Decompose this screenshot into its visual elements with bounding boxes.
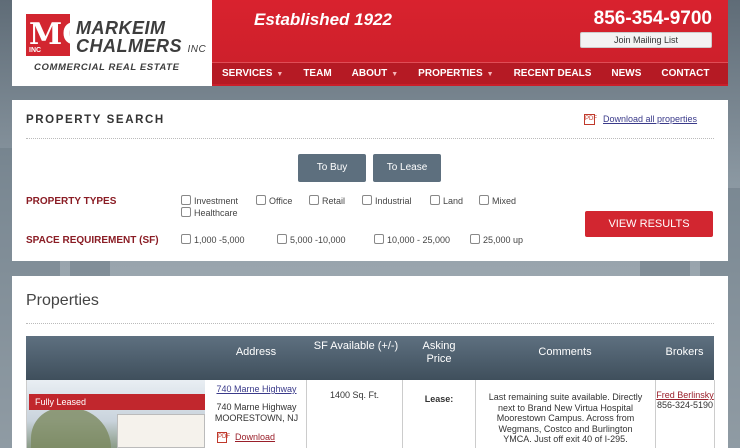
phone-number[interactable]: 856-354-9700 (594, 8, 712, 30)
checkbox-icon (256, 195, 266, 205)
dropdown-caret-icon: ▼ (486, 71, 494, 78)
logo-name-line2: CHALMERS INC (76, 36, 207, 56)
checkbox-icon (181, 234, 191, 244)
address-text: 740 Marne Highway MOORESTOWN, NJ (214, 402, 299, 423)
logo-tagline: COMMERCIAL REAL ESTATE (34, 62, 180, 73)
checkbox-icon (362, 195, 372, 205)
tab-to-lease[interactable]: To Lease (373, 154, 441, 182)
broker-phone: 856-324-5190 (656, 400, 714, 410)
sf-available-cell: 1400 Sq. Ft. (307, 380, 403, 448)
table-header: Address SF Available (+/-) Asking Price … (26, 336, 714, 380)
divider (26, 138, 714, 139)
checkbox-icon (181, 207, 191, 217)
checkbox-icon (374, 234, 384, 244)
checkbox-space-1000-5000[interactable]: 1,000 -5,000 (181, 234, 245, 245)
logo[interactable]: MC INC MARKEIM CHALMERS INC COMMERCIAL R… (12, 0, 212, 86)
table-row: Fully Leased 740 Marne Highway 740 Marne… (26, 380, 715, 448)
checkbox-icon (309, 195, 319, 205)
space-requirement-label: SPACE REQUIREMENT (SF) (26, 235, 159, 246)
checkbox-icon (181, 195, 191, 205)
checkbox-icon (277, 234, 287, 244)
nav-team[interactable]: TEAM (293, 63, 341, 84)
checkbox-space-10000-25000[interactable]: 10,000 - 25,000 (374, 234, 450, 245)
nav-properties[interactable]: PROPERTIES ▼ (408, 63, 503, 84)
tab-to-buy[interactable]: To Buy (298, 154, 366, 182)
properties-panel: Properties Address SF Available (+/-) As… (12, 276, 728, 448)
column-asking-price: Asking Price (422, 340, 456, 365)
pdf-icon: PDF (584, 114, 597, 126)
view-results-button[interactable]: VIEW RESULTS (585, 211, 713, 237)
checkbox-space-5000-10000[interactable]: 5,000 -10,000 (277, 234, 346, 245)
checkbox-investment[interactable]: Investment (181, 195, 238, 206)
checkbox-space-25000-up[interactable]: 25,000 up (470, 234, 523, 245)
broker-link[interactable]: Fred Berlinsky (656, 390, 714, 400)
column-comments: Comments (538, 346, 592, 358)
download-link[interactable]: PDF Download (217, 432, 275, 443)
pdf-icon: PDF (217, 432, 230, 443)
established-text: Established 1922 (254, 10, 392, 29)
checkbox-icon (470, 234, 480, 244)
properties-title: Properties (26, 292, 99, 309)
site-header: MC INC MARKEIM CHALMERS INC COMMERCIAL R… (0, 0, 740, 86)
checkbox-industrial[interactable]: Industrial (362, 195, 412, 206)
column-brokers: Brokers (665, 346, 704, 358)
address-cell: 740 Marne Highway 740 Marne Highway MOORE… (207, 380, 307, 448)
dropdown-caret-icon: ▼ (276, 71, 284, 78)
checkbox-retail[interactable]: Retail (309, 195, 345, 206)
address-link[interactable]: 740 Marne Highway (207, 384, 306, 394)
download-all-properties-link[interactable]: PDF Download all properties (584, 114, 697, 126)
checkbox-healthcare[interactable]: Healthcare (181, 207, 238, 218)
comments-cell: Last remaining suite available. Directly… (476, 380, 656, 448)
property-photo[interactable]: Fully Leased (27, 380, 205, 448)
asking-price-cell: Lease: (403, 380, 476, 448)
nav-news[interactable]: NEWS (601, 63, 651, 84)
column-address: Address (235, 346, 277, 358)
brokers-cell: Fred Berlinsky 856-324-5190 (656, 380, 715, 448)
logo-mark-icon: MC INC (26, 14, 86, 56)
nav-recent-deals[interactable]: RECENT DEALS (504, 63, 602, 84)
status-badge: Fully Leased (29, 394, 205, 410)
property-search-panel: PROPERTY SEARCH PDF Download all properti… (12, 100, 728, 261)
main-nav: SERVICES ▼ TEAM ABOUT ▼ PROPERTIES ▼ RECENT… (212, 62, 728, 84)
checkbox-mixed[interactable]: Mixed (479, 195, 516, 206)
divider (26, 323, 714, 324)
checkbox-land[interactable]: Land (430, 195, 463, 206)
checkbox-icon (479, 195, 489, 205)
header-banner: Established 1922 856-354-9700 Join Maili… (212, 0, 728, 86)
dropdown-caret-icon: ▼ (391, 71, 399, 78)
property-types-label: PROPERTY TYPES (26, 196, 117, 207)
join-mailing-list-button[interactable]: Join Mailing List (580, 32, 712, 48)
checkbox-icon (430, 195, 440, 205)
nav-about[interactable]: ABOUT ▼ (342, 63, 409, 84)
column-sf-available: SF Available (+/-) (313, 340, 399, 352)
property-search-title: PROPERTY SEARCH (26, 114, 165, 126)
nav-services[interactable]: SERVICES ▼ (212, 63, 293, 84)
checkbox-office[interactable]: Office (256, 195, 292, 206)
nav-contact[interactable]: CONTACT (651, 63, 719, 84)
